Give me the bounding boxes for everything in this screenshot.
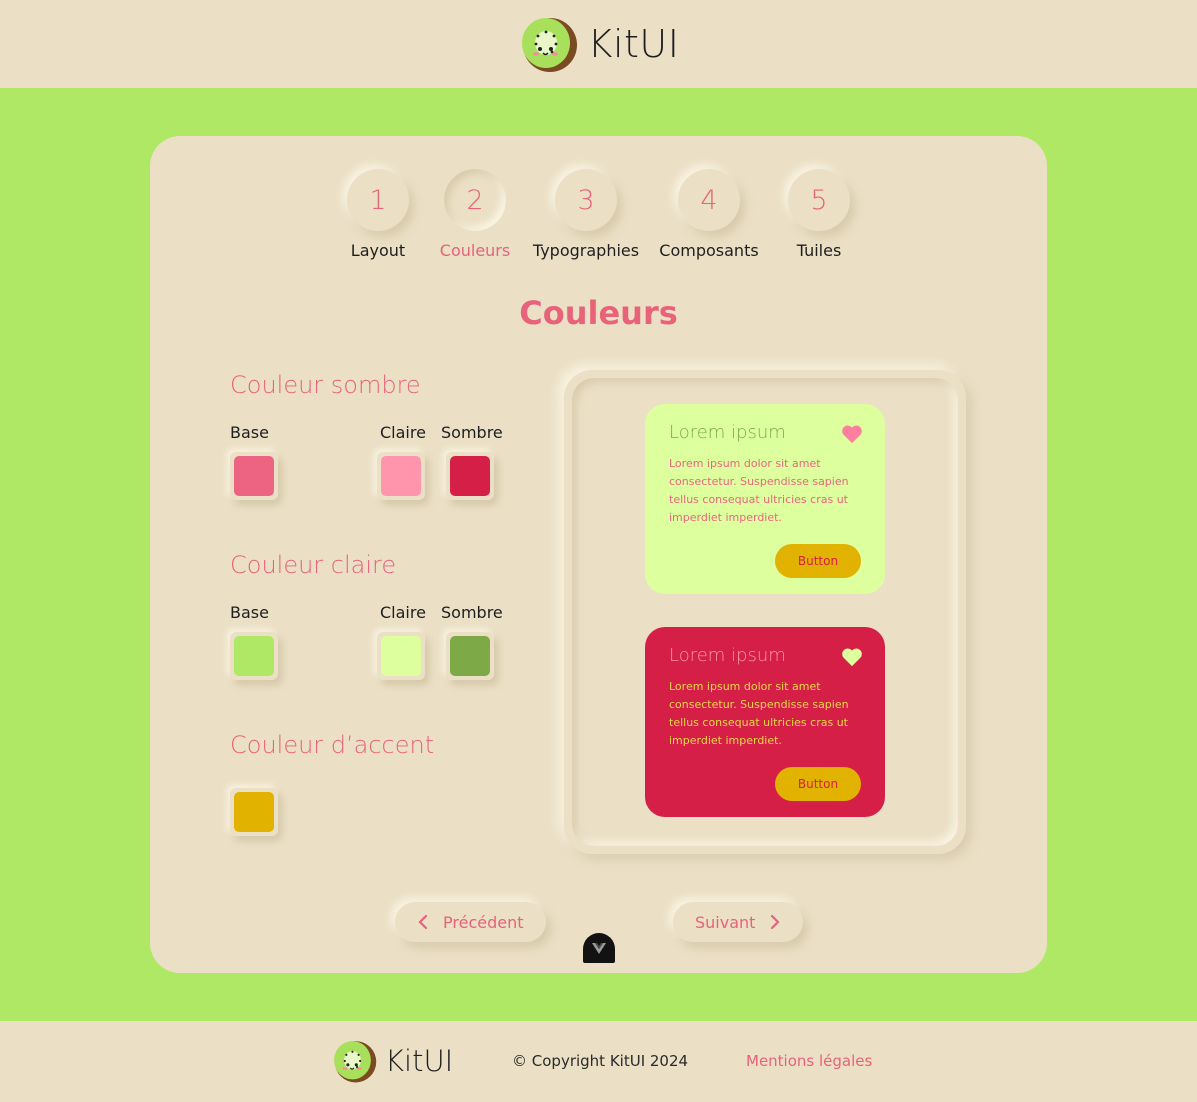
light-light-label: Claire: [380, 603, 426, 622]
light-card-text: Lorem ipsum dolor sit amet consectetur. …: [669, 457, 849, 524]
site-footer: KitUI © Copyright KitUI 2024 Mentions lé…: [0, 1021, 1197, 1102]
brand-name[interactable]: KitUI: [588, 22, 680, 66]
step-label: Typographies: [532, 241, 640, 260]
light-light-swatch[interactable]: [377, 632, 425, 680]
swatch-fill: [450, 636, 490, 676]
footer-logo[interactable]: KitUI: [331, 1038, 453, 1084]
dark-card-text: Lorem ipsum dolor sit amet consectetur. …: [669, 680, 849, 747]
heart-icon[interactable]: [841, 647, 863, 667]
step-number: 1: [347, 169, 409, 231]
light-dark-swatch[interactable]: [446, 632, 494, 680]
main-card: 1 Layout 2 Couleurs 3 Typographies 4 Com…: [150, 136, 1047, 973]
dark-light-label: Claire: [380, 423, 426, 442]
step-couleurs[interactable]: 2 Couleurs: [433, 169, 517, 260]
light-color-title: Couleur claire: [230, 551, 397, 579]
step-number: 2: [444, 169, 506, 231]
accent-base-swatch[interactable]: [230, 788, 278, 836]
dark-card-button[interactable]: Button: [775, 767, 861, 801]
previous-label: Précédent: [443, 912, 524, 932]
dark-dark-swatch[interactable]: [446, 452, 494, 500]
kiwi-logo-icon[interactable]: [518, 14, 578, 74]
dark-light-swatch[interactable]: [377, 452, 425, 500]
chevron-left-icon: [418, 914, 428, 930]
copyright-text: © Copyright KitUI 2024: [512, 1052, 689, 1070]
swatch-fill: [234, 792, 274, 832]
dark-color-title: Couleur sombre: [230, 371, 421, 399]
footer-brand-name: KitUI: [385, 1044, 454, 1078]
swatch-fill: [234, 456, 274, 496]
step-number: 3: [555, 169, 617, 231]
site-header: KitUI: [0, 0, 1197, 88]
step-number: 4: [678, 169, 740, 231]
swatch-fill: [381, 456, 421, 496]
light-base-swatch[interactable]: [230, 632, 278, 680]
dark-base-swatch[interactable]: [230, 452, 278, 500]
step-composants[interactable]: 4 Composants: [656, 169, 762, 260]
step-typographies[interactable]: 3 Typographies: [530, 169, 642, 260]
step-label: Tuiles: [796, 241, 842, 260]
kiwi-logo-icon: [334, 1041, 377, 1083]
chevron-right-icon: [771, 914, 780, 930]
vue-devtools-icon[interactable]: [583, 933, 615, 963]
light-card-title: Lorem ipsum: [669, 422, 786, 443]
step-label: Couleurs: [439, 241, 511, 260]
swatch-fill: [450, 456, 490, 496]
heart-icon[interactable]: [841, 424, 863, 444]
light-demo-card: Lorem ipsum Lorem ipsum dolor sit amet c…: [645, 404, 885, 594]
swatch-fill: [381, 636, 421, 676]
legal-link[interactable]: Mentions légales: [746, 1052, 872, 1070]
step-tuiles[interactable]: 5 Tuiles: [777, 169, 861, 260]
step-label: Layout: [350, 241, 406, 260]
step-label: Composants: [659, 241, 759, 260]
light-dark-label: Sombre: [441, 603, 503, 622]
accent-color-title: Couleur d’accent: [230, 731, 435, 759]
dark-base-label: Base: [230, 423, 269, 442]
dark-dark-label: Sombre: [441, 423, 503, 442]
step-number: 5: [788, 169, 850, 231]
next-label: Suivant: [695, 912, 756, 932]
next-button[interactable]: Suivant: [673, 902, 804, 942]
dark-card-title: Lorem ipsum: [669, 645, 786, 666]
swatch-fill: [234, 636, 274, 676]
step-layout[interactable]: 1 Layout: [336, 169, 420, 260]
light-card-button[interactable]: Button: [775, 544, 861, 578]
dark-demo-card: Lorem ipsum Lorem ipsum dolor sit amet c…: [645, 627, 885, 817]
preview-frame: Lorem ipsum Lorem ipsum dolor sit amet c…: [564, 370, 966, 854]
previous-button[interactable]: Précédent: [395, 902, 546, 942]
page-title: Couleurs: [519, 294, 678, 332]
light-base-label: Base: [230, 603, 269, 622]
